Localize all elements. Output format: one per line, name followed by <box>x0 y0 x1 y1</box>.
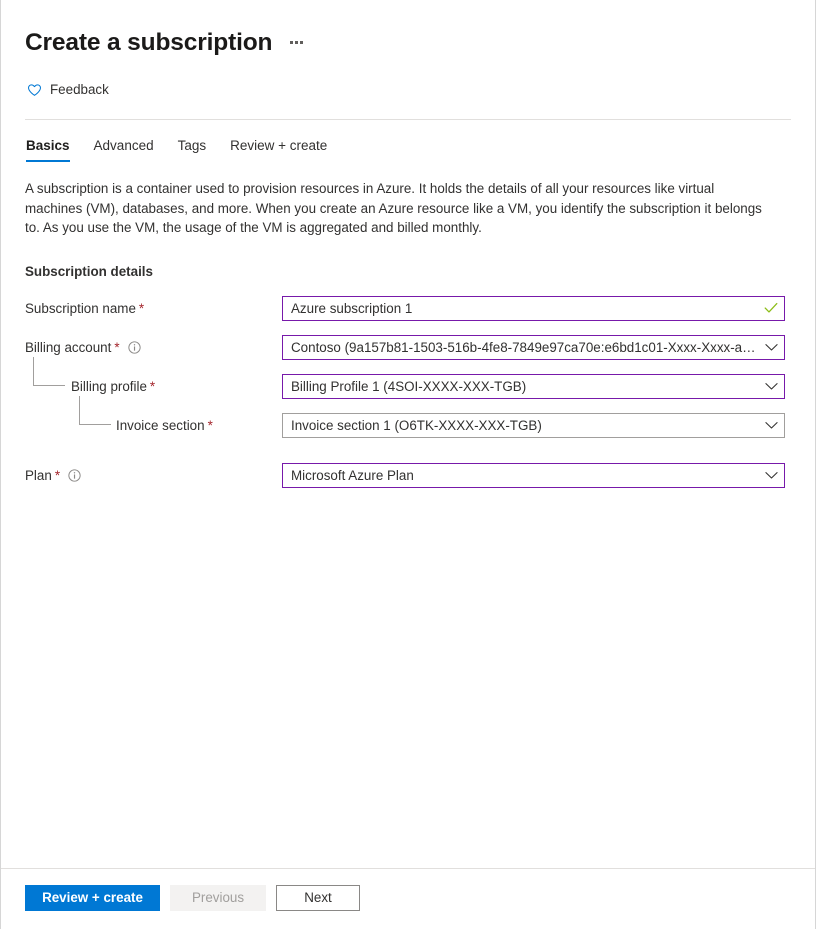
feedback-button[interactable]: Feedback <box>25 79 111 101</box>
label-cell-invoice-section: Invoice section * <box>25 413 282 438</box>
wizard-footer: Review + create Previous Next <box>1 868 815 929</box>
required-asterisk: * <box>208 418 213 433</box>
tab-list: Basics Advanced Tags Review + create <box>1 120 815 164</box>
label-cell-billing-account: Billing account * <box>25 335 282 360</box>
tree-connector-line <box>33 357 65 386</box>
billing-account-dropdown[interactable]: Contoso (9a157b81-1503-516b-4fe8-7849e97… <box>282 335 785 360</box>
label-billing-account: Billing account <box>25 340 111 355</box>
page-description: A subscription is a container used to pr… <box>25 179 770 238</box>
previous-button: Previous <box>170 885 266 911</box>
title-row: Create a subscription <box>25 28 791 58</box>
field-billing-profile: Billing Profile 1 (4SOI-XXXX-XXX-TGB) <box>282 374 785 399</box>
tree-connector-line <box>79 396 111 425</box>
create-subscription-page: Create a subscription Feedback Basics Ad… <box>0 0 816 929</box>
ellipsis-dot <box>295 41 298 44</box>
page-title: Create a subscription <box>25 28 272 58</box>
billing-profile-value: Billing Profile 1 (4SOI-XXXX-XXX-TGB) <box>291 375 756 398</box>
subscription-name-input[interactable] <box>282 296 785 321</box>
label-plan: Plan <box>25 468 52 483</box>
label-cell-billing-profile: Billing profile * <box>25 374 282 399</box>
heart-icon <box>27 83 42 97</box>
required-asterisk: * <box>139 301 144 316</box>
label-invoice-section: Invoice section <box>116 418 205 433</box>
label-cell-subscription-name: Subscription name * <box>25 296 282 321</box>
ellipsis-dot <box>290 41 293 44</box>
field-billing-account: Contoso (9a157b81-1503-516b-4fe8-7849e97… <box>282 335 785 360</box>
feedback-label: Feedback <box>50 81 109 99</box>
review-create-button[interactable]: Review + create <box>25 885 160 911</box>
next-button[interactable]: Next <box>276 885 360 911</box>
more-options-icon[interactable] <box>286 35 307 51</box>
label-subscription-name: Subscription name <box>25 301 136 316</box>
field-invoice-section: Invoice section 1 (O6TK-XXXX-XXX-TGB) <box>282 413 785 438</box>
tab-tags[interactable]: Tags <box>166 132 219 164</box>
billing-account-value: Contoso (9a157b81-1503-516b-4fe8-7849e97… <box>291 336 756 359</box>
form-row-billing-account: Billing account * Contoso (9a157b81-1503… <box>25 335 791 360</box>
required-asterisk: * <box>150 379 155 394</box>
tab-review-create[interactable]: Review + create <box>218 132 339 164</box>
form-row-invoice-section: Invoice section * Invoice section 1 (O6T… <box>25 413 791 438</box>
form-row-billing-profile: Billing profile * Billing Profile 1 (4SO… <box>25 374 791 399</box>
field-plan: Microsoft Azure Plan <box>282 463 785 488</box>
plan-dropdown[interactable]: Microsoft Azure Plan <box>282 463 785 488</box>
info-icon-billing-account[interactable] <box>128 341 141 354</box>
tab-basics[interactable]: Basics <box>25 132 82 164</box>
form-row-subscription-name: Subscription name * <box>25 296 791 321</box>
tab-advanced[interactable]: Advanced <box>82 132 166 164</box>
form-row-plan: Plan * Microsoft Azure Plan <box>25 463 791 488</box>
form-content: A subscription is a container used to pr… <box>1 164 815 868</box>
plan-value: Microsoft Azure Plan <box>291 464 756 487</box>
label-billing-profile: Billing profile <box>71 379 147 394</box>
field-subscription-name <box>282 296 785 321</box>
required-asterisk: * <box>114 340 119 355</box>
section-heading-subscription-details: Subscription details <box>25 264 791 279</box>
info-icon-plan[interactable] <box>68 469 81 482</box>
ellipsis-dot <box>300 41 303 44</box>
required-asterisk: * <box>55 468 60 483</box>
command-bar: Feedback <box>1 58 815 120</box>
invoice-section-dropdown[interactable]: Invoice section 1 (O6TK-XXXX-XXX-TGB) <box>282 413 785 438</box>
invoice-section-value: Invoice section 1 (O6TK-XXXX-XXX-TGB) <box>291 414 756 437</box>
page-header: Create a subscription <box>1 0 815 58</box>
label-cell-plan: Plan * <box>25 463 282 488</box>
billing-profile-dropdown[interactable]: Billing Profile 1 (4SOI-XXXX-XXX-TGB) <box>282 374 785 399</box>
